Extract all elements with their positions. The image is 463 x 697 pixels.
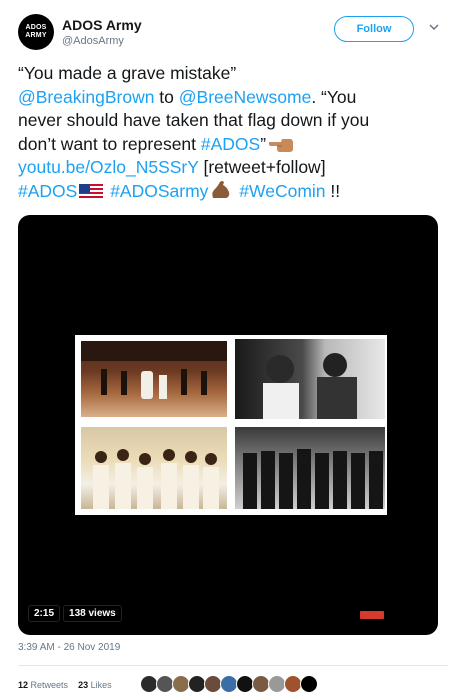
hashtag-link[interactable]: #ADOS: [18, 181, 77, 201]
tweet-text-fragment: don’t want to represent: [18, 133, 201, 154]
video-duration: 2:15: [28, 604, 61, 622]
youtube-logo-icon: [360, 611, 384, 619]
tweet-line: youtu.be/Ozlo_N5SSrY [retweet+follow]: [18, 156, 448, 180]
liker-avatar[interactable]: [300, 675, 318, 693]
divider: [18, 665, 448, 666]
tweet-line: @BreakingBrown to @BreeNewsome. “You: [18, 86, 448, 110]
chevron-down-icon[interactable]: [427, 20, 441, 34]
tweet-quote-text: “You made a grave mistake”: [18, 63, 237, 83]
tweet-text-fragment: [retweet+follow]: [198, 157, 326, 177]
mention-link[interactable]: @BreakingBrown: [18, 87, 154, 107]
video-meta: 2:15 138 views: [28, 604, 125, 622]
wedding-ceremony-photo: [81, 341, 227, 417]
retweets-count[interactable]: 12: [18, 680, 28, 690]
tweet-header: ADOS ARMY ADOS Army @AdosArmy Follow: [18, 14, 448, 54]
author-name[interactable]: ADOS Army: [62, 17, 142, 33]
couple-photo: [235, 339, 385, 419]
avatar-text-line2: ARMY: [25, 32, 47, 39]
video-player[interactable]: 2:15 138 views: [18, 215, 438, 635]
flexed-biceps-icon: [212, 180, 230, 198]
bridal-party-photo: [81, 427, 227, 509]
tweet-line: “You made a grave mistake”: [18, 62, 448, 86]
author-handle[interactable]: @AdosArmy: [62, 35, 124, 47]
hashtag-link[interactable]: #ADOSarmy: [110, 181, 208, 201]
likes-label[interactable]: Likes: [91, 680, 112, 690]
hashtag-link[interactable]: #ADOS: [201, 134, 260, 154]
likes-count[interactable]: 23: [78, 680, 88, 690]
tweet-line: don’t want to represent #ADOS”: [18, 133, 448, 157]
tweet-stats: 12 Retweets 23 Likes: [18, 680, 112, 690]
author-avatar[interactable]: ADOS ARMY: [18, 14, 54, 50]
avatar-text-line1: ADOS: [25, 24, 47, 31]
tweet-text-fragment: !!: [325, 180, 341, 201]
tweet-text-fragment: . “You: [311, 86, 357, 107]
hashtag-link[interactable]: #WeComin: [239, 181, 325, 201]
tweet-text: “You made a grave mistake” @BreakingBrow…: [18, 62, 448, 203]
tweet-text-fragment: to: [154, 86, 179, 107]
tweet-text-fragment: ”: [260, 133, 267, 154]
backhand-index-pointing-left-icon: [269, 138, 294, 152]
tweet-timestamp[interactable]: 3:39 AM - 26 Nov 2019: [18, 642, 120, 653]
tweet-line: never should have taken that flag down i…: [18, 110, 370, 130]
retweets-label[interactable]: Retweets: [31, 680, 69, 690]
video-frame: [75, 335, 387, 515]
mention-link[interactable]: @BreeNewsome: [179, 87, 312, 107]
tweet-line: #ADOS #ADOSarmy #WeComin !!: [18, 180, 448, 204]
video-views: 138 views: [63, 604, 122, 622]
groomsmen-photo: [235, 427, 385, 509]
video-link[interactable]: youtu.be/Ozlo_N5SSrY: [18, 157, 199, 177]
follow-button[interactable]: Follow: [334, 16, 414, 42]
us-flag-icon: [79, 183, 104, 200]
